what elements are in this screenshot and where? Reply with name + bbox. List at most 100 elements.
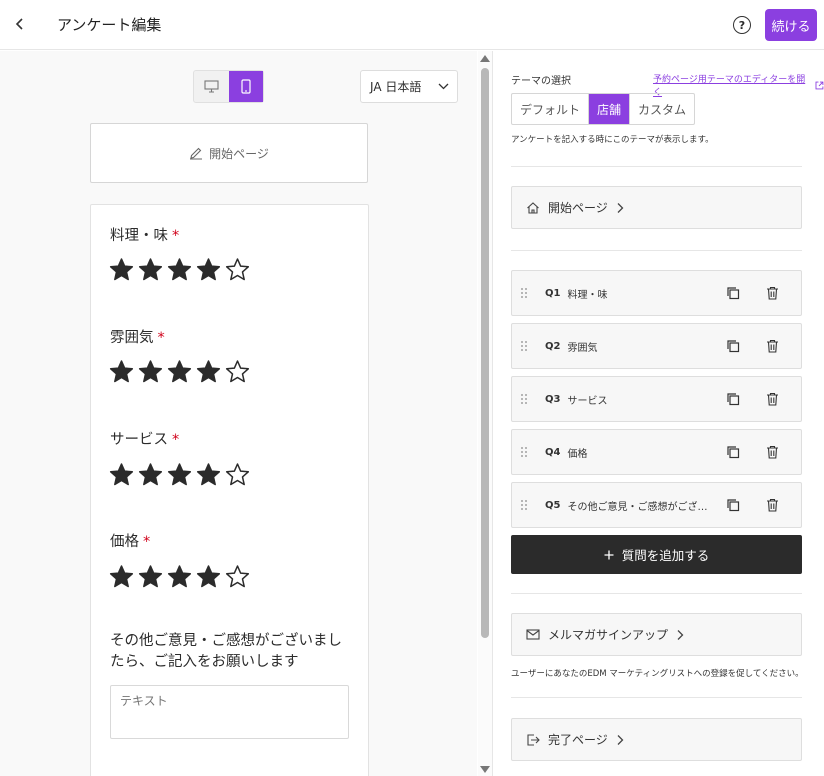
question-number: Q4 bbox=[545, 446, 561, 458]
star-filled-icon[interactable] bbox=[167, 462, 192, 487]
star-rating[interactable] bbox=[109, 359, 250, 384]
continue-button[interactable]: 続ける bbox=[765, 9, 817, 41]
complete-page-row[interactable]: 完了ページ bbox=[511, 718, 802, 761]
top-bar: アンケート編集 ? 続ける bbox=[0, 0, 824, 50]
question-title: 雰囲気 bbox=[567, 342, 598, 354]
theme-description: アンケートを記入する時にこのテーマが表示します。 bbox=[511, 135, 714, 145]
question-number: Q3 bbox=[545, 393, 561, 405]
star-empty-icon[interactable] bbox=[225, 564, 250, 589]
drag-handle-icon[interactable] bbox=[512, 288, 536, 298]
divider bbox=[511, 593, 802, 594]
star-filled-icon[interactable] bbox=[138, 257, 163, 282]
drag-handle-icon[interactable] bbox=[512, 341, 536, 351]
star-filled-icon[interactable] bbox=[109, 462, 134, 487]
copy-icon[interactable] bbox=[724, 443, 742, 461]
free-text-input[interactable] bbox=[110, 685, 349, 739]
tab-store[interactable]: 店舗 bbox=[589, 94, 631, 124]
chevron-right-icon bbox=[617, 202, 624, 213]
tab-default[interactable]: デフォルト bbox=[512, 94, 590, 124]
exit-icon bbox=[527, 733, 540, 746]
page-title: アンケート編集 bbox=[57, 16, 162, 34]
question-item[interactable]: Q2 雰囲気 bbox=[511, 323, 802, 369]
star-filled-icon[interactable] bbox=[138, 359, 163, 384]
language-select[interactable]: JA 日本語 bbox=[360, 70, 458, 103]
add-question-button[interactable]: 質問を追加する bbox=[511, 535, 802, 574]
chevron-left-icon bbox=[15, 18, 23, 30]
star-filled-icon[interactable] bbox=[196, 257, 221, 282]
start-page-card[interactable]: 開始ページ bbox=[90, 123, 368, 183]
copy-icon[interactable] bbox=[724, 337, 742, 355]
divider bbox=[511, 166, 802, 167]
newsletter-row[interactable]: メルマガサインアップ bbox=[511, 613, 802, 656]
add-question-label: 質問を追加する bbox=[621, 548, 710, 563]
question-label: 価格 * bbox=[110, 534, 151, 550]
drag-handle-icon[interactable] bbox=[512, 394, 536, 404]
preview-pane: JA 日本語 開始ページ 料理・味 * 雰囲気 * サービス * 価格 * その他ご意見… bbox=[0, 51, 477, 776]
question-label: 雰囲気 * bbox=[110, 330, 165, 346]
question-item[interactable]: Q4 価格 bbox=[511, 429, 802, 475]
question-label: 料理・味 * bbox=[110, 228, 180, 244]
survey-preview-card: 料理・味 * 雰囲気 * サービス * 価格 * その他ご意見・ご感想がございましたら、… bbox=[90, 204, 369, 776]
star-rating[interactable] bbox=[109, 462, 250, 487]
home-icon bbox=[527, 201, 539, 214]
language-label: JA 日本語 bbox=[370, 80, 422, 94]
trash-icon[interactable] bbox=[763, 390, 781, 408]
star-filled-icon[interactable] bbox=[167, 564, 192, 589]
chevron-down-icon bbox=[438, 83, 449, 90]
trash-icon[interactable] bbox=[763, 443, 781, 461]
chevron-right-icon bbox=[677, 629, 684, 640]
star-filled-icon[interactable] bbox=[196, 359, 221, 384]
copy-icon[interactable] bbox=[724, 390, 742, 408]
chevron-right-icon bbox=[617, 734, 624, 745]
tab-custom[interactable]: カスタム bbox=[630, 94, 694, 124]
star-filled-icon[interactable] bbox=[109, 359, 134, 384]
newsletter-label: メルマガサインアップ bbox=[548, 628, 669, 642]
scroll-down-arrow-icon[interactable] bbox=[480, 766, 490, 773]
divider bbox=[511, 697, 802, 698]
help-icon[interactable]: ? bbox=[733, 16, 751, 34]
drag-handle-icon[interactable] bbox=[512, 447, 536, 457]
star-filled-icon[interactable] bbox=[196, 462, 221, 487]
question-item[interactable]: Q1 料理・味 bbox=[511, 270, 802, 316]
question-item[interactable]: Q3 サービス bbox=[511, 376, 802, 422]
preview-scrollbar[interactable] bbox=[478, 51, 492, 776]
copy-icon[interactable] bbox=[724, 284, 742, 302]
desktop-view-button[interactable] bbox=[194, 71, 229, 102]
star-rating[interactable] bbox=[109, 257, 250, 282]
settings-pane: テーマの選択 予約ページ用テーマのエディターを開く デフォルト 店舗 カスタム … bbox=[493, 51, 824, 776]
back-button[interactable] bbox=[10, 14, 30, 34]
free-text-question-label: その他ご意見・ご感想がございましたら、ご記入をお願いします bbox=[110, 633, 342, 670]
complete-page-label: 完了ページ bbox=[548, 733, 608, 747]
external-link-icon bbox=[815, 81, 824, 89]
star-filled-icon[interactable] bbox=[109, 564, 134, 589]
drag-handle-icon[interactable] bbox=[512, 500, 536, 510]
question-title: 料理・味 bbox=[567, 289, 608, 301]
star-filled-icon[interactable] bbox=[138, 462, 163, 487]
question-number: Q2 bbox=[545, 340, 561, 352]
question-label: サービス * bbox=[110, 432, 180, 448]
mobile-icon bbox=[241, 79, 251, 94]
star-filled-icon[interactable] bbox=[196, 564, 221, 589]
star-filled-icon[interactable] bbox=[109, 257, 134, 282]
start-page-row[interactable]: 開始ページ bbox=[511, 186, 802, 229]
star-rating[interactable] bbox=[109, 564, 250, 589]
question-item[interactable]: Q5 その他ご意見・ご感想がございましたら、ご記入をお願いします bbox=[511, 482, 802, 528]
scroll-up-arrow-icon[interactable] bbox=[480, 55, 490, 62]
star-empty-icon[interactable] bbox=[225, 359, 250, 384]
mobile-view-button[interactable] bbox=[228, 71, 263, 102]
trash-icon[interactable] bbox=[763, 284, 781, 302]
start-page-row-label: 開始ページ bbox=[548, 201, 608, 215]
star-empty-icon[interactable] bbox=[225, 257, 250, 282]
star-empty-icon[interactable] bbox=[225, 462, 250, 487]
trash-icon[interactable] bbox=[763, 496, 781, 514]
question-number: Q1 bbox=[545, 287, 561, 299]
copy-icon[interactable] bbox=[724, 496, 742, 514]
divider bbox=[511, 250, 802, 251]
theme-section-label: テーマの選択 bbox=[511, 76, 571, 87]
question-number: Q5 bbox=[545, 499, 561, 511]
star-filled-icon[interactable] bbox=[138, 564, 163, 589]
trash-icon[interactable] bbox=[763, 337, 781, 355]
star-filled-icon[interactable] bbox=[167, 257, 192, 282]
star-filled-icon[interactable] bbox=[167, 359, 192, 384]
scrollbar-thumb[interactable] bbox=[481, 68, 489, 638]
